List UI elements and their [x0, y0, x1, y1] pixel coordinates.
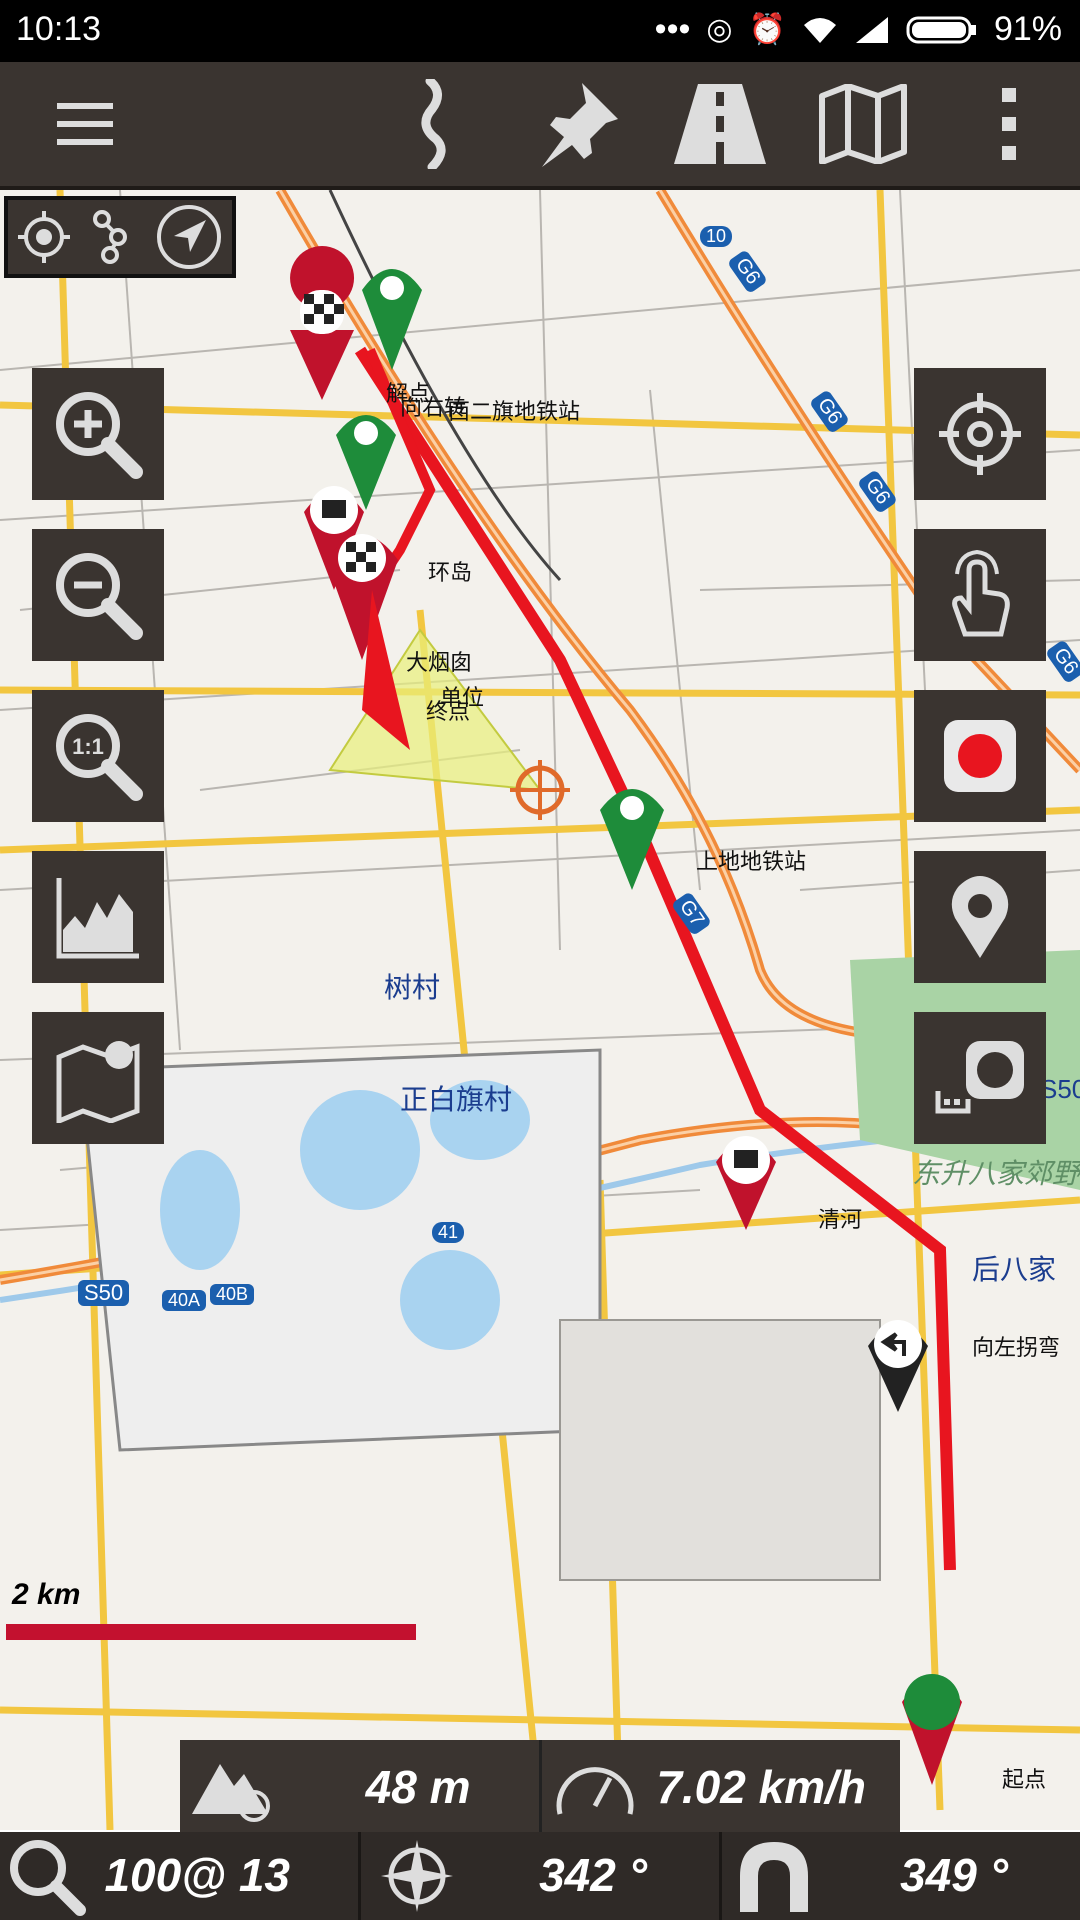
compass-icon — [381, 1840, 453, 1912]
target-icon — [939, 393, 1021, 475]
mode-selector — [4, 196, 236, 278]
map-button[interactable] — [808, 72, 918, 176]
zoom-1to1-icon: 1:1 — [56, 714, 143, 801]
marker-finish-2[interactable] — [326, 534, 398, 660]
label-shangdi-station: 上地地铁站 — [696, 849, 807, 874]
menu-button[interactable] — [30, 72, 140, 176]
label-houbajia: 后八家 — [972, 1254, 1057, 1285]
marker-finish-1[interactable] — [290, 246, 355, 400]
speedometer-icon — [556, 1767, 633, 1815]
pin-button[interactable] — [522, 72, 632, 176]
map-icon — [819, 84, 907, 164]
road-shield-10: 10 — [700, 226, 733, 247]
road-shield-40b: 40B — [210, 1284, 255, 1305]
zoom-in-icon — [56, 392, 143, 479]
wifi-icon — [803, 17, 836, 43]
waypoint-button[interactable] — [914, 851, 1046, 983]
road-shield-s50-west: S50 — [78, 1280, 130, 1306]
zoom-out-icon — [56, 553, 143, 640]
zoom-1to1-button[interactable]: 1:1 — [32, 690, 164, 822]
road-shield-s50-east: S50 — [1040, 1074, 1080, 1104]
map-layers-icon — [56, 1041, 140, 1123]
track-nodes-icon[interactable] — [88, 209, 138, 265]
battery-percent: 91% — [993, 10, 1062, 48]
scale-bar — [6, 1624, 416, 1640]
zoom-in-button[interactable] — [32, 368, 164, 500]
label-roundabout: 环岛 — [428, 560, 473, 585]
speed-value: 7.02 km/h — [656, 1761, 866, 1813]
svg-text:1:1: 1:1 — [72, 734, 104, 759]
touch-icon — [952, 550, 1010, 637]
pin-icon — [542, 83, 618, 167]
signal-icon — [855, 16, 888, 43]
record-icon — [944, 720, 1016, 792]
touch-button[interactable] — [914, 529, 1046, 661]
label-xierqi-station: 西二旗地铁站 — [448, 399, 581, 424]
status-icons: ••• ◎ ⏰ 91% — [655, 10, 1062, 49]
label-qinghe: 清河 — [818, 1207, 863, 1232]
label-dongsheng-park: 东升八家郊野 — [912, 1158, 1080, 1189]
record-button[interactable] — [914, 690, 1046, 822]
top-toolbar — [0, 62, 1080, 190]
heading-value: 349 ° — [900, 1849, 1008, 1901]
status-time: 10:13 — [16, 10, 102, 48]
navigation-arrow-icon[interactable] — [154, 202, 224, 272]
more-icon — [1002, 88, 1016, 160]
elevation-chart-button[interactable] — [32, 851, 164, 983]
hotspot-icon: ◎ — [706, 13, 733, 46]
label-zhengbaiqi: 正白旗村 — [400, 1084, 513, 1115]
label-chimney: 大烟囱 — [406, 650, 473, 675]
route-button[interactable] — [378, 72, 488, 176]
bearing-cell[interactable]: 342 ° — [361, 1832, 722, 1920]
menu-icon — [57, 103, 113, 145]
more-button[interactable] — [955, 72, 1065, 176]
notification-dots-icon: ••• — [654, 10, 691, 48]
heading-cell[interactable]: 349 ° — [722, 1832, 1080, 1920]
map-layers-button[interactable] — [32, 1012, 164, 1144]
altitude-icon — [192, 1764, 270, 1822]
label-shucun: 树村 — [384, 972, 441, 1003]
altitude-value: 48 m — [365, 1761, 471, 1813]
altitude-cell[interactable]: 48 m — [180, 1740, 542, 1832]
battery-icon — [906, 16, 976, 43]
camera-button[interactable] — [914, 1012, 1046, 1144]
bearing-value: 342 ° — [539, 1849, 647, 1901]
info-panel: 48 m 7.02 km/h — [180, 1740, 900, 1832]
zoom-level-cell[interactable]: 100@ 13 — [0, 1832, 361, 1920]
zoom-level-value: 100@ 13 — [104, 1849, 290, 1901]
alarm-icon: ⏰ — [748, 13, 786, 46]
label-turn-left: 向左拐弯 — [972, 1335, 1061, 1360]
camera-icon — [935, 1041, 1024, 1114]
route-icon — [421, 79, 446, 169]
road-button[interactable] — [665, 72, 775, 176]
road-icon — [674, 84, 766, 164]
road-shield-41: 41 — [432, 1222, 465, 1243]
bottom-bar: 100@ 13 342 ° 349 ° — [0, 1832, 1080, 1920]
gps-icon[interactable] — [16, 209, 72, 265]
marker-camera-2[interactable] — [716, 1136, 776, 1230]
speed-cell[interactable]: 7.02 km/h — [542, 1740, 901, 1832]
status-bar: 10:13 ••• ◎ ⏰ 91% — [0, 0, 1080, 62]
label-turn-right: 向右转 — [400, 395, 467, 420]
label-start: 起点 — [1002, 1767, 1047, 1792]
road-shield-40a: 40A — [162, 1290, 207, 1311]
search-icon — [10, 1840, 86, 1916]
elevation-chart-icon — [56, 878, 139, 959]
label-end: 终点 — [426, 699, 471, 724]
scale-label: 2 km — [12, 1578, 81, 1611]
target-button[interactable] — [914, 368, 1046, 500]
waypoint-icon — [951, 876, 1009, 958]
magnet-icon — [740, 1842, 808, 1912]
zoom-out-button[interactable] — [32, 529, 164, 661]
